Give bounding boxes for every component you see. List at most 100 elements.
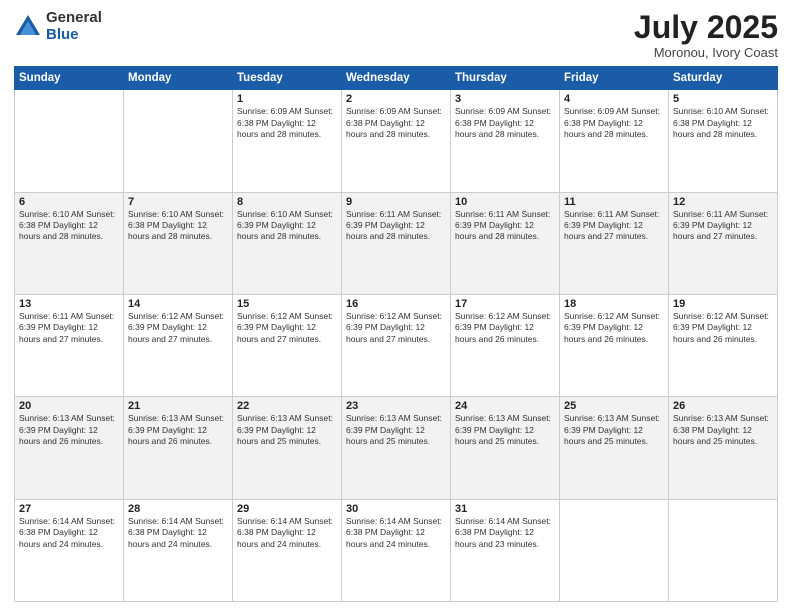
day-number: 26 <box>673 400 773 412</box>
logo-general: General <box>46 10 102 27</box>
title-block: July 2025 Moronou, Ivory Coast <box>634 10 778 60</box>
logo-text: General Blue <box>46 10 102 43</box>
day-cell: 6Sunrise: 6:10 AM Sunset: 6:38 PM Daylig… <box>15 192 124 294</box>
calendar: SundayMondayTuesdayWednesdayThursdayFrid… <box>14 66 778 602</box>
day-cell: 17Sunrise: 6:12 AM Sunset: 6:39 PM Dayli… <box>451 294 560 396</box>
day-number: 12 <box>673 196 773 208</box>
day-cell: 2Sunrise: 6:09 AM Sunset: 6:38 PM Daylig… <box>342 90 451 192</box>
day-header-sunday: Sunday <box>15 67 124 90</box>
day-info: Sunrise: 6:10 AM Sunset: 6:38 PM Dayligh… <box>19 209 119 243</box>
day-info: Sunrise: 6:11 AM Sunset: 6:39 PM Dayligh… <box>564 209 664 243</box>
day-info: Sunrise: 6:12 AM Sunset: 6:39 PM Dayligh… <box>564 311 664 345</box>
day-number: 3 <box>455 93 555 105</box>
day-info: Sunrise: 6:14 AM Sunset: 6:38 PM Dayligh… <box>455 516 555 550</box>
week-row-3: 13Sunrise: 6:11 AM Sunset: 6:39 PM Dayli… <box>15 294 778 396</box>
header: General Blue July 2025 Moronou, Ivory Co… <box>14 10 778 60</box>
day-cell: 28Sunrise: 6:14 AM Sunset: 6:38 PM Dayli… <box>124 499 233 601</box>
day-cell: 21Sunrise: 6:13 AM Sunset: 6:39 PM Dayli… <box>124 397 233 499</box>
day-info: Sunrise: 6:13 AM Sunset: 6:38 PM Dayligh… <box>673 413 773 447</box>
day-info: Sunrise: 6:13 AM Sunset: 6:39 PM Dayligh… <box>128 413 228 447</box>
day-number: 1 <box>237 93 337 105</box>
day-info: Sunrise: 6:10 AM Sunset: 6:38 PM Dayligh… <box>673 106 773 140</box>
day-cell: 23Sunrise: 6:13 AM Sunset: 6:39 PM Dayli… <box>342 397 451 499</box>
logo-icon <box>14 13 42 41</box>
page: General Blue July 2025 Moronou, Ivory Co… <box>0 0 792 612</box>
day-number: 24 <box>455 400 555 412</box>
day-number: 2 <box>346 93 446 105</box>
day-info: Sunrise: 6:11 AM Sunset: 6:39 PM Dayligh… <box>19 311 119 345</box>
day-cell: 11Sunrise: 6:11 AM Sunset: 6:39 PM Dayli… <box>560 192 669 294</box>
day-cell <box>124 90 233 192</box>
day-cell: 31Sunrise: 6:14 AM Sunset: 6:38 PM Dayli… <box>451 499 560 601</box>
day-number: 17 <box>455 298 555 310</box>
day-number: 6 <box>19 196 119 208</box>
day-number: 5 <box>673 93 773 105</box>
day-info: Sunrise: 6:12 AM Sunset: 6:39 PM Dayligh… <box>673 311 773 345</box>
day-number: 30 <box>346 503 446 515</box>
day-number: 9 <box>346 196 446 208</box>
day-number: 20 <box>19 400 119 412</box>
day-cell: 9Sunrise: 6:11 AM Sunset: 6:39 PM Daylig… <box>342 192 451 294</box>
day-info: Sunrise: 6:12 AM Sunset: 6:39 PM Dayligh… <box>128 311 228 345</box>
day-cell: 3Sunrise: 6:09 AM Sunset: 6:38 PM Daylig… <box>451 90 560 192</box>
day-cell: 5Sunrise: 6:10 AM Sunset: 6:38 PM Daylig… <box>669 90 778 192</box>
day-number: 7 <box>128 196 228 208</box>
day-info: Sunrise: 6:14 AM Sunset: 6:38 PM Dayligh… <box>128 516 228 550</box>
day-cell: 7Sunrise: 6:10 AM Sunset: 6:38 PM Daylig… <box>124 192 233 294</box>
day-header-friday: Friday <box>560 67 669 90</box>
day-number: 22 <box>237 400 337 412</box>
day-info: Sunrise: 6:09 AM Sunset: 6:38 PM Dayligh… <box>346 106 446 140</box>
day-cell: 20Sunrise: 6:13 AM Sunset: 6:39 PM Dayli… <box>15 397 124 499</box>
day-info: Sunrise: 6:09 AM Sunset: 6:38 PM Dayligh… <box>455 106 555 140</box>
day-info: Sunrise: 6:13 AM Sunset: 6:39 PM Dayligh… <box>564 413 664 447</box>
day-cell: 16Sunrise: 6:12 AM Sunset: 6:39 PM Dayli… <box>342 294 451 396</box>
day-number: 14 <box>128 298 228 310</box>
day-cell: 30Sunrise: 6:14 AM Sunset: 6:38 PM Dayli… <box>342 499 451 601</box>
day-cell <box>15 90 124 192</box>
day-info: Sunrise: 6:10 AM Sunset: 6:38 PM Dayligh… <box>128 209 228 243</box>
day-number: 23 <box>346 400 446 412</box>
day-info: Sunrise: 6:11 AM Sunset: 6:39 PM Dayligh… <box>346 209 446 243</box>
logo-blue: Blue <box>46 27 102 44</box>
week-row-5: 27Sunrise: 6:14 AM Sunset: 6:38 PM Dayli… <box>15 499 778 601</box>
day-number: 15 <box>237 298 337 310</box>
week-row-2: 6Sunrise: 6:10 AM Sunset: 6:38 PM Daylig… <box>15 192 778 294</box>
logo: General Blue <box>14 10 102 43</box>
day-number: 18 <box>564 298 664 310</box>
day-number: 10 <box>455 196 555 208</box>
day-cell <box>669 499 778 601</box>
day-number: 31 <box>455 503 555 515</box>
day-info: Sunrise: 6:14 AM Sunset: 6:38 PM Dayligh… <box>19 516 119 550</box>
day-info: Sunrise: 6:13 AM Sunset: 6:39 PM Dayligh… <box>19 413 119 447</box>
day-info: Sunrise: 6:11 AM Sunset: 6:39 PM Dayligh… <box>673 209 773 243</box>
week-row-4: 20Sunrise: 6:13 AM Sunset: 6:39 PM Dayli… <box>15 397 778 499</box>
day-number: 11 <box>564 196 664 208</box>
day-cell: 27Sunrise: 6:14 AM Sunset: 6:38 PM Dayli… <box>15 499 124 601</box>
day-number: 27 <box>19 503 119 515</box>
header-row: SundayMondayTuesdayWednesdayThursdayFrid… <box>15 67 778 90</box>
day-cell: 4Sunrise: 6:09 AM Sunset: 6:38 PM Daylig… <box>560 90 669 192</box>
day-info: Sunrise: 6:12 AM Sunset: 6:39 PM Dayligh… <box>237 311 337 345</box>
day-cell: 24Sunrise: 6:13 AM Sunset: 6:39 PM Dayli… <box>451 397 560 499</box>
day-header-monday: Monday <box>124 67 233 90</box>
day-info: Sunrise: 6:09 AM Sunset: 6:38 PM Dayligh… <box>564 106 664 140</box>
day-cell: 19Sunrise: 6:12 AM Sunset: 6:39 PM Dayli… <box>669 294 778 396</box>
day-number: 25 <box>564 400 664 412</box>
day-header-saturday: Saturday <box>669 67 778 90</box>
day-number: 13 <box>19 298 119 310</box>
day-header-thursday: Thursday <box>451 67 560 90</box>
day-info: Sunrise: 6:12 AM Sunset: 6:39 PM Dayligh… <box>346 311 446 345</box>
day-cell: 26Sunrise: 6:13 AM Sunset: 6:38 PM Dayli… <box>669 397 778 499</box>
day-info: Sunrise: 6:12 AM Sunset: 6:39 PM Dayligh… <box>455 311 555 345</box>
day-header-wednesday: Wednesday <box>342 67 451 90</box>
day-info: Sunrise: 6:14 AM Sunset: 6:38 PM Dayligh… <box>237 516 337 550</box>
day-cell: 29Sunrise: 6:14 AM Sunset: 6:38 PM Dayli… <box>233 499 342 601</box>
day-info: Sunrise: 6:10 AM Sunset: 6:39 PM Dayligh… <box>237 209 337 243</box>
day-cell: 1Sunrise: 6:09 AM Sunset: 6:38 PM Daylig… <box>233 90 342 192</box>
day-info: Sunrise: 6:13 AM Sunset: 6:39 PM Dayligh… <box>237 413 337 447</box>
day-cell: 10Sunrise: 6:11 AM Sunset: 6:39 PM Dayli… <box>451 192 560 294</box>
day-info: Sunrise: 6:11 AM Sunset: 6:39 PM Dayligh… <box>455 209 555 243</box>
day-header-tuesday: Tuesday <box>233 67 342 90</box>
day-number: 29 <box>237 503 337 515</box>
week-row-1: 1 Sunrise: 6:09 AM Sunset: 6:38 PM Daylig… <box>15 90 778 192</box>
